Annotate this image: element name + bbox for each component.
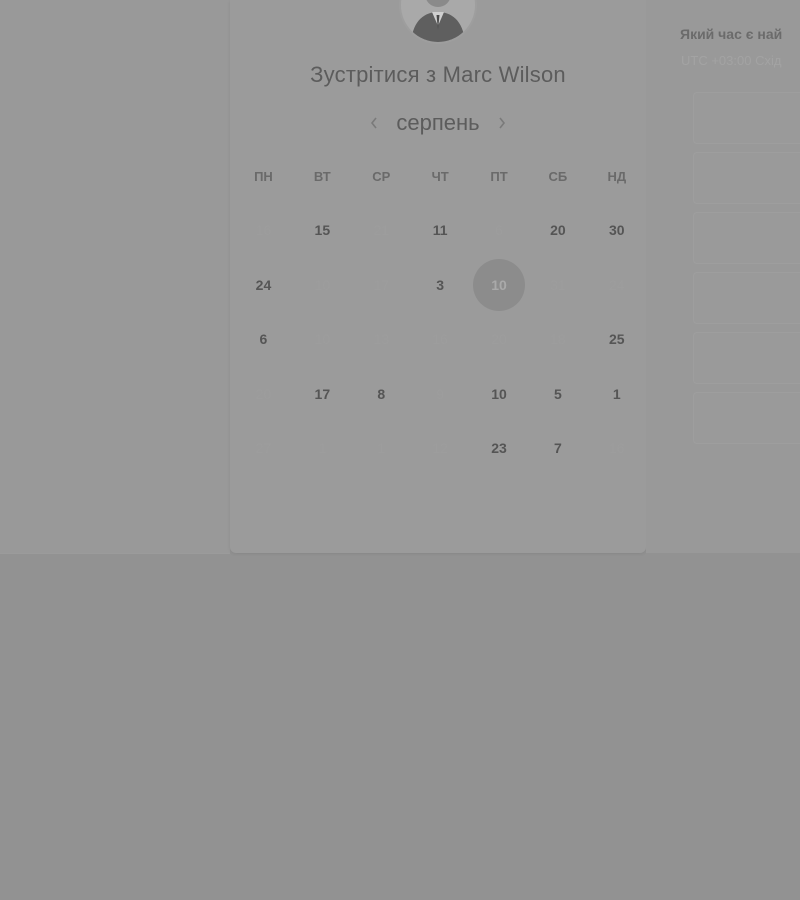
calendar-day-number: 1 bbox=[612, 385, 621, 402]
calendar-day-number: 25 bbox=[609, 331, 625, 348]
calendar-day[interactable]: 7 bbox=[528, 421, 587, 476]
calendar-day-number: 18 bbox=[550, 331, 566, 348]
calendar-day-number: 6 bbox=[495, 222, 503, 239]
calendar-day: 24 bbox=[587, 258, 646, 313]
calendar-day-number: 10 bbox=[314, 331, 331, 348]
calendar-day-number: 11 bbox=[432, 222, 448, 239]
calendar-day[interactable]: 1 bbox=[587, 367, 646, 422]
time-slot[interactable] bbox=[693, 92, 800, 144]
calendar-day: 12 bbox=[411, 421, 470, 476]
calendar-day: 9 bbox=[411, 367, 470, 422]
month-label: серпень bbox=[396, 110, 480, 135]
weekday-label: ПН bbox=[254, 169, 273, 184]
calendar-day: 10 bbox=[293, 312, 352, 367]
calendar-day-number: 20 bbox=[255, 385, 272, 402]
weekday-label: ЧТ bbox=[431, 169, 449, 184]
calendar-day[interactable]: 17 bbox=[293, 367, 352, 422]
calendar-day-number: 24 bbox=[609, 276, 625, 293]
calendar-day-number: 24 bbox=[255, 276, 272, 293]
month-navigation: серпень bbox=[230, 108, 646, 138]
calendar-day-number: 31 bbox=[550, 276, 566, 293]
calendar-day[interactable]: 30 bbox=[587, 203, 646, 258]
calendar-day: 6 bbox=[470, 203, 529, 258]
time-slot[interactable] bbox=[693, 332, 800, 384]
calendar-day-number: 10 bbox=[314, 276, 331, 293]
calendar-day: 27 bbox=[234, 421, 293, 476]
calendar-day: 16 bbox=[234, 203, 293, 258]
calendar-day-number: 10 bbox=[491, 276, 507, 293]
calendar-day: 21 bbox=[352, 203, 411, 258]
calendar-day[interactable]: 10 bbox=[470, 367, 529, 422]
calendar-day-number: 17 bbox=[373, 276, 390, 293]
calendar-day-number: 30 bbox=[609, 222, 625, 239]
calendar-day-number: 3 bbox=[436, 276, 445, 293]
calendar-day[interactable]: 3 bbox=[411, 258, 470, 313]
time-slot[interactable] bbox=[693, 212, 800, 264]
calendar-day: 16 bbox=[411, 312, 470, 367]
calendar-day[interactable]: 8 bbox=[352, 367, 411, 422]
time-slot[interactable] bbox=[693, 272, 800, 324]
calendar-day-number: 16 bbox=[255, 222, 272, 239]
calendar-day: 20 bbox=[470, 312, 529, 367]
calendar-day-number: 15 bbox=[314, 222, 331, 239]
calendar-day-number: 1 bbox=[377, 440, 386, 457]
calendar-day[interactable]: 6 bbox=[234, 312, 293, 367]
calendar-day: 13 bbox=[352, 312, 411, 367]
calendar-day[interactable]: 23 bbox=[470, 421, 529, 476]
calendar-day-number: 21 bbox=[373, 222, 390, 239]
page-title: Зустрітися з Marc Wilson bbox=[310, 62, 566, 87]
calendar-day-number: 6 bbox=[259, 331, 268, 348]
time-slot[interactable] bbox=[693, 152, 800, 204]
calendar-day: 31 bbox=[528, 258, 587, 313]
calendar-day-number: 16 bbox=[609, 440, 625, 457]
calendar-day: 1 bbox=[293, 421, 352, 476]
calendar-day-number: 5 bbox=[554, 385, 562, 402]
weekday-label: НД bbox=[607, 169, 627, 184]
timezone-select[interactable]: UTC +03:00 Схід bbox=[681, 53, 781, 68]
weekday-label: ПТ bbox=[490, 169, 508, 184]
calendar-day-number: 9 bbox=[436, 385, 445, 402]
weekday-label: ВТ bbox=[313, 169, 331, 184]
weekday-label: СБ bbox=[548, 169, 568, 184]
calendar-day-number: 20 bbox=[491, 331, 507, 348]
calendar-day[interactable]: 15 bbox=[293, 203, 352, 258]
calendar-day-number: 1 bbox=[318, 440, 327, 457]
calendar-day-selected[interactable]: 10 bbox=[470, 258, 529, 313]
weekday-header: ПН ВТ СР ЧТ ПТ СБ НД bbox=[234, 168, 646, 186]
calendar-day: 16 bbox=[587, 421, 646, 476]
calendar-day[interactable]: 25 bbox=[587, 312, 646, 367]
weekday-label: СР bbox=[372, 169, 391, 184]
calendar-day-number: 13 bbox=[373, 331, 390, 348]
left-panel bbox=[0, 0, 230, 554]
calendar-day[interactable]: 5 bbox=[528, 367, 587, 422]
calendar-day: 10 bbox=[293, 258, 352, 313]
calendar-day-number: 20 bbox=[550, 222, 566, 239]
calendar-day: 17 bbox=[352, 258, 411, 313]
calendar-day-number: 10 bbox=[491, 385, 507, 402]
calendar-day-number: 7 bbox=[554, 440, 562, 457]
calendar-day-number: 23 bbox=[491, 440, 507, 457]
timezone-question: Який час є най bbox=[680, 26, 783, 42]
calendar-day: 20 bbox=[234, 367, 293, 422]
calendar-day-number: 16 bbox=[432, 331, 448, 348]
calendar-day-number: 8 bbox=[377, 385, 386, 402]
calendar-day[interactable]: 24 bbox=[234, 258, 293, 313]
calendar-day-number: 17 bbox=[314, 385, 331, 402]
time-slot[interactable] bbox=[693, 392, 800, 444]
chevron-right-icon[interactable] bbox=[492, 111, 512, 135]
calendar-day: 18 bbox=[528, 312, 587, 367]
calendar-day[interactable]: 11 bbox=[411, 203, 470, 258]
calendar-day-number: 27 bbox=[255, 440, 272, 457]
calendar-day-number: 12 bbox=[432, 440, 448, 457]
booking-page: Зустрітися з Marc Wilson серпень ПН ВТ С… bbox=[0, 0, 800, 900]
calendar-day[interactable]: 20 bbox=[528, 203, 587, 258]
chevron-left-icon[interactable] bbox=[364, 111, 384, 135]
calendar-grid: 16 15 21 11 6 20 30 24 10 17 3 10 31 24 6 10 13 16 20 18 25 2… bbox=[234, 203, 646, 476]
calendar-day: 1 bbox=[352, 421, 411, 476]
